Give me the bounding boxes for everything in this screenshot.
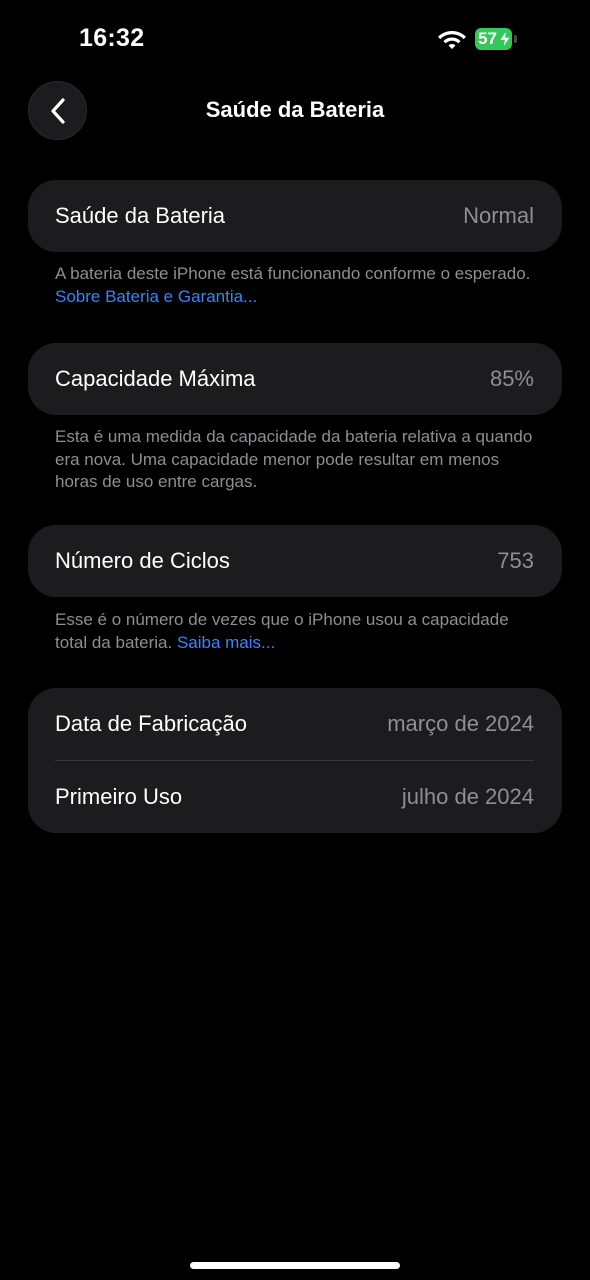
first-use-value: julho de 2024 bbox=[401, 784, 534, 809]
cycle-count-label: Número de Ciclos bbox=[55, 548, 230, 573]
battery-health-value: Normal bbox=[463, 203, 534, 228]
battery-health-row: Saúde da Bateria Normal bbox=[28, 180, 562, 252]
first-use-label: Primeiro Uso bbox=[55, 784, 183, 809]
first-use-row: Primeiro Uso julho de 2024 bbox=[28, 761, 562, 833]
cycle-count-footnote-text: Esse é o número de vezes que o iPhone us… bbox=[55, 610, 509, 652]
max-capacity-value: 85% bbox=[489, 366, 534, 391]
max-capacity-label: Capacidade Máxima bbox=[55, 366, 256, 391]
battery-health-footnote-text: A bateria deste iPhone está funcionando … bbox=[55, 264, 531, 283]
manufacture-date-row: Data de Fabricação março de 2024 bbox=[28, 688, 562, 760]
dates-card: Data de Fabricação março de 2024 Primeir… bbox=[28, 688, 562, 833]
battery-warranty-link[interactable]: Sobre Bateria e Garantia... bbox=[55, 287, 257, 306]
cycle-count-row: Número de Ciclos 753 bbox=[28, 525, 562, 597]
cycle-count-value: 753 bbox=[497, 548, 534, 573]
cycle-count-card: Número de Ciclos 753 bbox=[28, 525, 562, 597]
manufacture-date-value: março de 2024 bbox=[387, 711, 534, 736]
max-capacity-footnote-text: Esta é uma medida da capacidade da bater… bbox=[55, 427, 533, 491]
battery-health-footnote: A bateria deste iPhone está funcionando … bbox=[55, 263, 535, 308]
manufacture-date-label: Data de Fabricação bbox=[55, 711, 247, 736]
learn-more-link[interactable]: Saiba mais... bbox=[177, 633, 275, 652]
max-capacity-card: Capacidade Máxima 85% bbox=[28, 343, 562, 415]
battery-health-card: Saúde da Bateria Normal bbox=[28, 180, 562, 252]
battery-cap bbox=[514, 35, 517, 43]
max-capacity-row: Capacidade Máxima 85% bbox=[28, 343, 562, 415]
home-indicator[interactable] bbox=[190, 1262, 400, 1269]
battery-icon: 57 bbox=[475, 28, 519, 50]
battery-health-label: Saúde da Bateria bbox=[55, 203, 226, 228]
max-capacity-footnote: Esta é uma medida da capacidade da bater… bbox=[55, 426, 535, 494]
charging-bolt-icon bbox=[500, 31, 510, 47]
wifi-icon bbox=[438, 31, 466, 49]
page-title: Saúde da Bateria bbox=[205, 97, 385, 122]
status-bar: 16:32 57 bbox=[0, 0, 590, 80]
battery-percent: 57 bbox=[478, 29, 497, 48]
cycle-count-footnote: Esse é o número de vezes que o iPhone us… bbox=[55, 609, 535, 654]
status-time: 16:32 bbox=[79, 24, 145, 52]
